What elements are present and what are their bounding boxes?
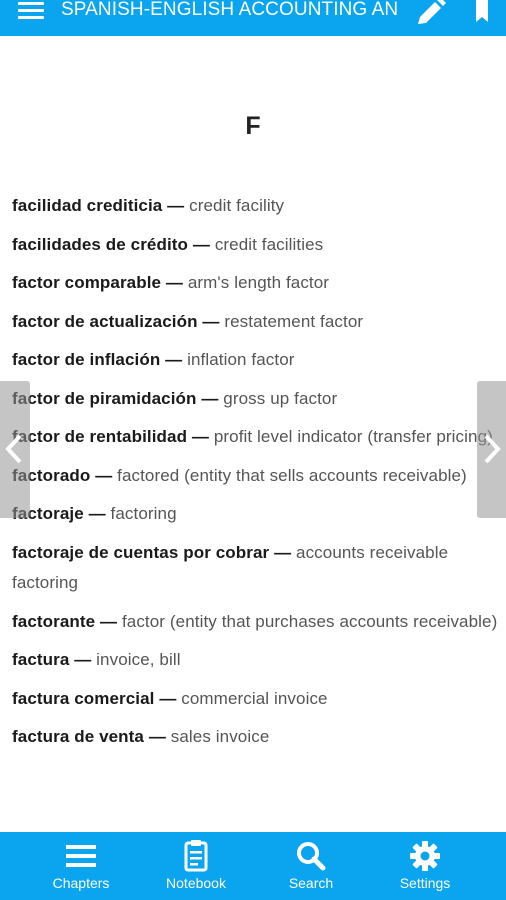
glossary-entry: factor de actualización — restatement fa… (12, 307, 498, 338)
entry-separator: — (148, 727, 166, 746)
pencil-icon (418, 0, 446, 24)
tab-label: Chapters (52, 875, 110, 891)
entry-term: facilidades de crédito (12, 234, 189, 254)
entry-translation: invoice, bill (96, 650, 181, 669)
entry-term: factor de actualización (12, 311, 198, 331)
glossary-entry: factor comparable — arm's length factor (12, 268, 498, 299)
glossary-entry: facilidad crediticia — credit facility (12, 191, 498, 222)
tab-label: Notebook (166, 875, 226, 891)
tab-settings[interactable]: Settings (375, 832, 475, 900)
entry-separator: — (167, 196, 185, 215)
glossary-entry: factorante — factor (entity that purchas… (12, 607, 498, 638)
previous-page-button[interactable] (0, 381, 30, 518)
entry-translation: profit level indicator (transfer pricing… (213, 427, 493, 446)
entry-translation: inflation factor (187, 350, 295, 369)
glossary-entry: factura de venta — sales invoice (12, 722, 498, 753)
bottom-navigation: Chapters Notebook Search Settings (0, 832, 506, 900)
tab-chapters[interactable]: Chapters (31, 832, 131, 900)
entry-separator: — (159, 688, 177, 708)
glossary-entry: factorado — factored (entity that sells … (12, 461, 498, 492)
entry-separator: — (274, 542, 292, 562)
entry-separator: — (191, 427, 210, 446)
tab-label: Settings (399, 875, 451, 891)
glossary-entry: factoraje de cuentas por cobrar — accoun… (12, 538, 498, 599)
entry-translation: factor (entity that purchases accounts r… (121, 611, 498, 631)
entry-separator: — (192, 234, 210, 254)
entry-term: factor de inflación (12, 350, 161, 369)
search-icon (297, 842, 326, 871)
entry-term: factor comparable (12, 273, 162, 292)
entry-translation: commercial invoice (181, 688, 328, 708)
glossary-entry: factura comercial — commercial invoice (12, 684, 498, 715)
entry-translation: factoring (110, 504, 177, 523)
tab-notebook[interactable]: Notebook (146, 832, 246, 900)
entry-translation: arm's length factor (187, 273, 330, 292)
entry-list: facilidad crediticia — credit facility fa… (12, 191, 498, 761)
tab-label: Search (288, 875, 334, 891)
glossary-entry: factoraje — factoring (12, 499, 498, 530)
entry-term: factoraje de cuentas por cobrar (12, 542, 270, 562)
chevron-right-icon (484, 434, 501, 464)
bookmark-icon (476, 0, 488, 22)
entry-separator: — (74, 650, 92, 669)
menu-button[interactable] (18, 0, 46, 22)
glossary-entry: factor de inflación — inflation factor (12, 345, 498, 376)
glossary-entry: factura — invoice, bill (12, 645, 498, 676)
glossary-entry: factor de piramidación — gross up factor (12, 384, 498, 415)
entry-separator: — (88, 504, 106, 523)
entry-translation: sales invoice (170, 727, 270, 746)
entry-separator: — (165, 273, 184, 292)
edit-button[interactable] (414, 0, 448, 26)
entry-translation: factored (entity that sells accounts rec… (117, 465, 467, 485)
glossary-entry: factor de rentabilidad — profit level in… (12, 422, 498, 453)
entry-separator: — (165, 350, 183, 369)
entry-translation: credit facility (189, 196, 285, 215)
entry-term: factura (12, 650, 70, 669)
section-letter: F (245, 112, 261, 140)
entry-term: facilidad crediticia (12, 196, 163, 215)
chevron-left-icon (5, 434, 22, 464)
entry-translation: credit facilities (214, 234, 324, 254)
app-title: SPANISH-ENGLISH ACCOUNTING AN (61, 0, 399, 20)
hamburger-menu-icon (18, 2, 44, 5)
glossary-page[interactable]: F facilidad crediticia — credit facility… (0, 36, 506, 832)
entry-translation: restatement factor (224, 311, 364, 331)
entry-separator: — (202, 311, 220, 331)
app-bar: SPANISH-ENGLISH ACCOUNTING AN (0, 0, 506, 36)
entry-term: factorante (12, 611, 96, 631)
notebook-icon (184, 840, 208, 872)
entry-separator: — (201, 388, 219, 408)
entry-translation: gross up factor (223, 388, 338, 408)
tab-search[interactable]: Search (261, 832, 361, 900)
gear-icon (410, 841, 440, 871)
entry-term: factura de venta (12, 727, 144, 746)
entry-separator: — (100, 611, 118, 631)
next-page-button[interactable] (477, 381, 506, 518)
entry-term: factor de piramidación (12, 388, 197, 408)
list-icon (66, 845, 96, 867)
entry-term: factor de rentabilidad (12, 427, 188, 446)
entry-term: factura comercial (12, 688, 155, 708)
entry-separator: — (95, 465, 113, 485)
glossary-entry: facilidades de crédito — credit faciliti… (12, 230, 498, 261)
bookmark-button[interactable] (472, 0, 492, 26)
